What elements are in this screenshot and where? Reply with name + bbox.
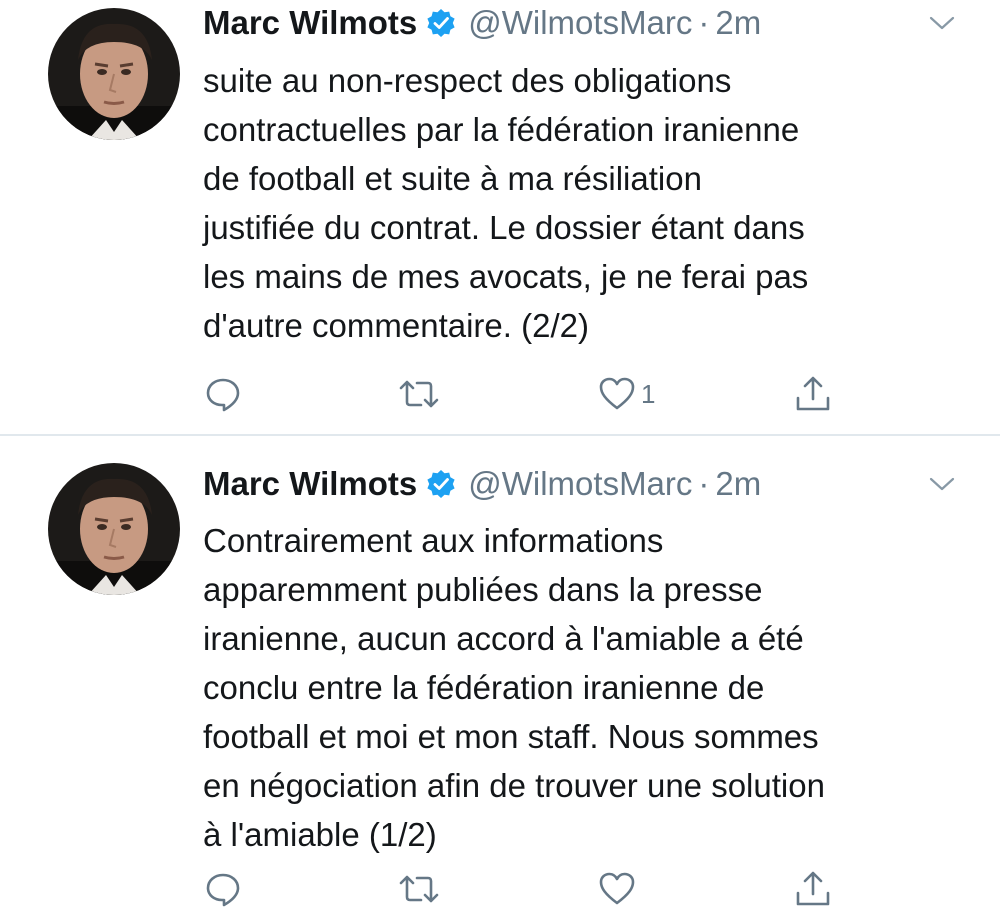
heart-icon <box>599 872 635 905</box>
tweet-text: suite au non-respect des obligations con… <box>203 56 983 350</box>
reply-button[interactable] <box>203 369 243 419</box>
separator-dot: · <box>698 4 710 41</box>
share-icon <box>796 376 830 411</box>
tweet-text-line: les mains de mes avocats, je ne ferai pa… <box>203 258 809 295</box>
retweet-icon <box>399 875 439 903</box>
tweet-text-line: à l'amiable (1/2) <box>203 816 437 853</box>
tweet-header: Marc Wilmots @WilmotsMarc · 2m <box>203 0 761 46</box>
tweet-actions: 1 <box>0 369 1000 419</box>
tweet-text: Contrairement aux informations apparemme… <box>203 516 983 859</box>
tweet-text-line: d'autre commentaire. (2/2) <box>203 307 589 344</box>
share-icon <box>796 871 830 906</box>
tweet-text-line: en négociation afin de trouver une solut… <box>203 767 825 804</box>
share-button[interactable] <box>793 864 833 914</box>
tweet[interactable]: Marc Wilmots @WilmotsMarc · 2m suite au … <box>0 0 1000 434</box>
share-button[interactable] <box>793 369 833 419</box>
author-name[interactable]: Marc Wilmots <box>203 465 417 503</box>
retweet-button[interactable] <box>397 864 441 914</box>
like-button[interactable] <box>597 864 641 914</box>
reply-icon <box>206 378 240 412</box>
separator-dot: · <box>698 465 710 502</box>
author-handle[interactable]: @WilmotsMarc <box>468 465 692 503</box>
like-button[interactable]: 1 <box>597 369 655 419</box>
chevron-down-icon[interactable] <box>928 475 956 493</box>
tweet-text-line: conclu entre la fédération iranienne de <box>203 669 765 706</box>
tweet-text-line: contractuelles par la fédération iranien… <box>203 111 800 148</box>
author-handle[interactable]: @WilmotsMarc <box>468 4 692 42</box>
verified-badge-icon <box>426 8 456 38</box>
tweet-text-line: de football et suite à ma résiliation <box>203 160 702 197</box>
reply-button[interactable] <box>203 864 243 914</box>
timestamp[interactable]: 2m <box>715 4 761 42</box>
tweet-text-line: apparemment publiées dans la presse <box>203 571 763 608</box>
retweet-icon <box>399 380 439 408</box>
reply-icon <box>206 873 240 907</box>
like-count: 1 <box>641 378 656 409</box>
tweet-text-line: Contrairement aux informations <box>203 522 664 559</box>
avatar[interactable] <box>48 463 180 595</box>
tweet-text-line: justifiée du contrat. Le dossier étant d… <box>203 209 805 246</box>
timestamp[interactable]: 2m <box>715 465 761 503</box>
tweet-text-line: suite au non-respect des obligations <box>203 62 732 99</box>
retweet-button[interactable] <box>397 369 441 419</box>
avatar[interactable] <box>48 8 180 140</box>
tweet-header: Marc Wilmots @WilmotsMarc · 2m <box>203 461 761 507</box>
verified-badge-icon <box>426 469 456 499</box>
heart-icon <box>599 377 635 410</box>
tweet[interactable]: Marc Wilmots @WilmotsMarc · 2m Contraire… <box>0 436 1000 919</box>
tweet-actions <box>0 864 1000 914</box>
tweet-text-line: iranienne, aucun accord à l'amiable a ét… <box>203 620 804 657</box>
chevron-down-icon[interactable] <box>928 14 956 32</box>
author-name[interactable]: Marc Wilmots <box>203 4 417 42</box>
tweet-text-line: football et moi et mon staff. Nous somme… <box>203 718 819 755</box>
